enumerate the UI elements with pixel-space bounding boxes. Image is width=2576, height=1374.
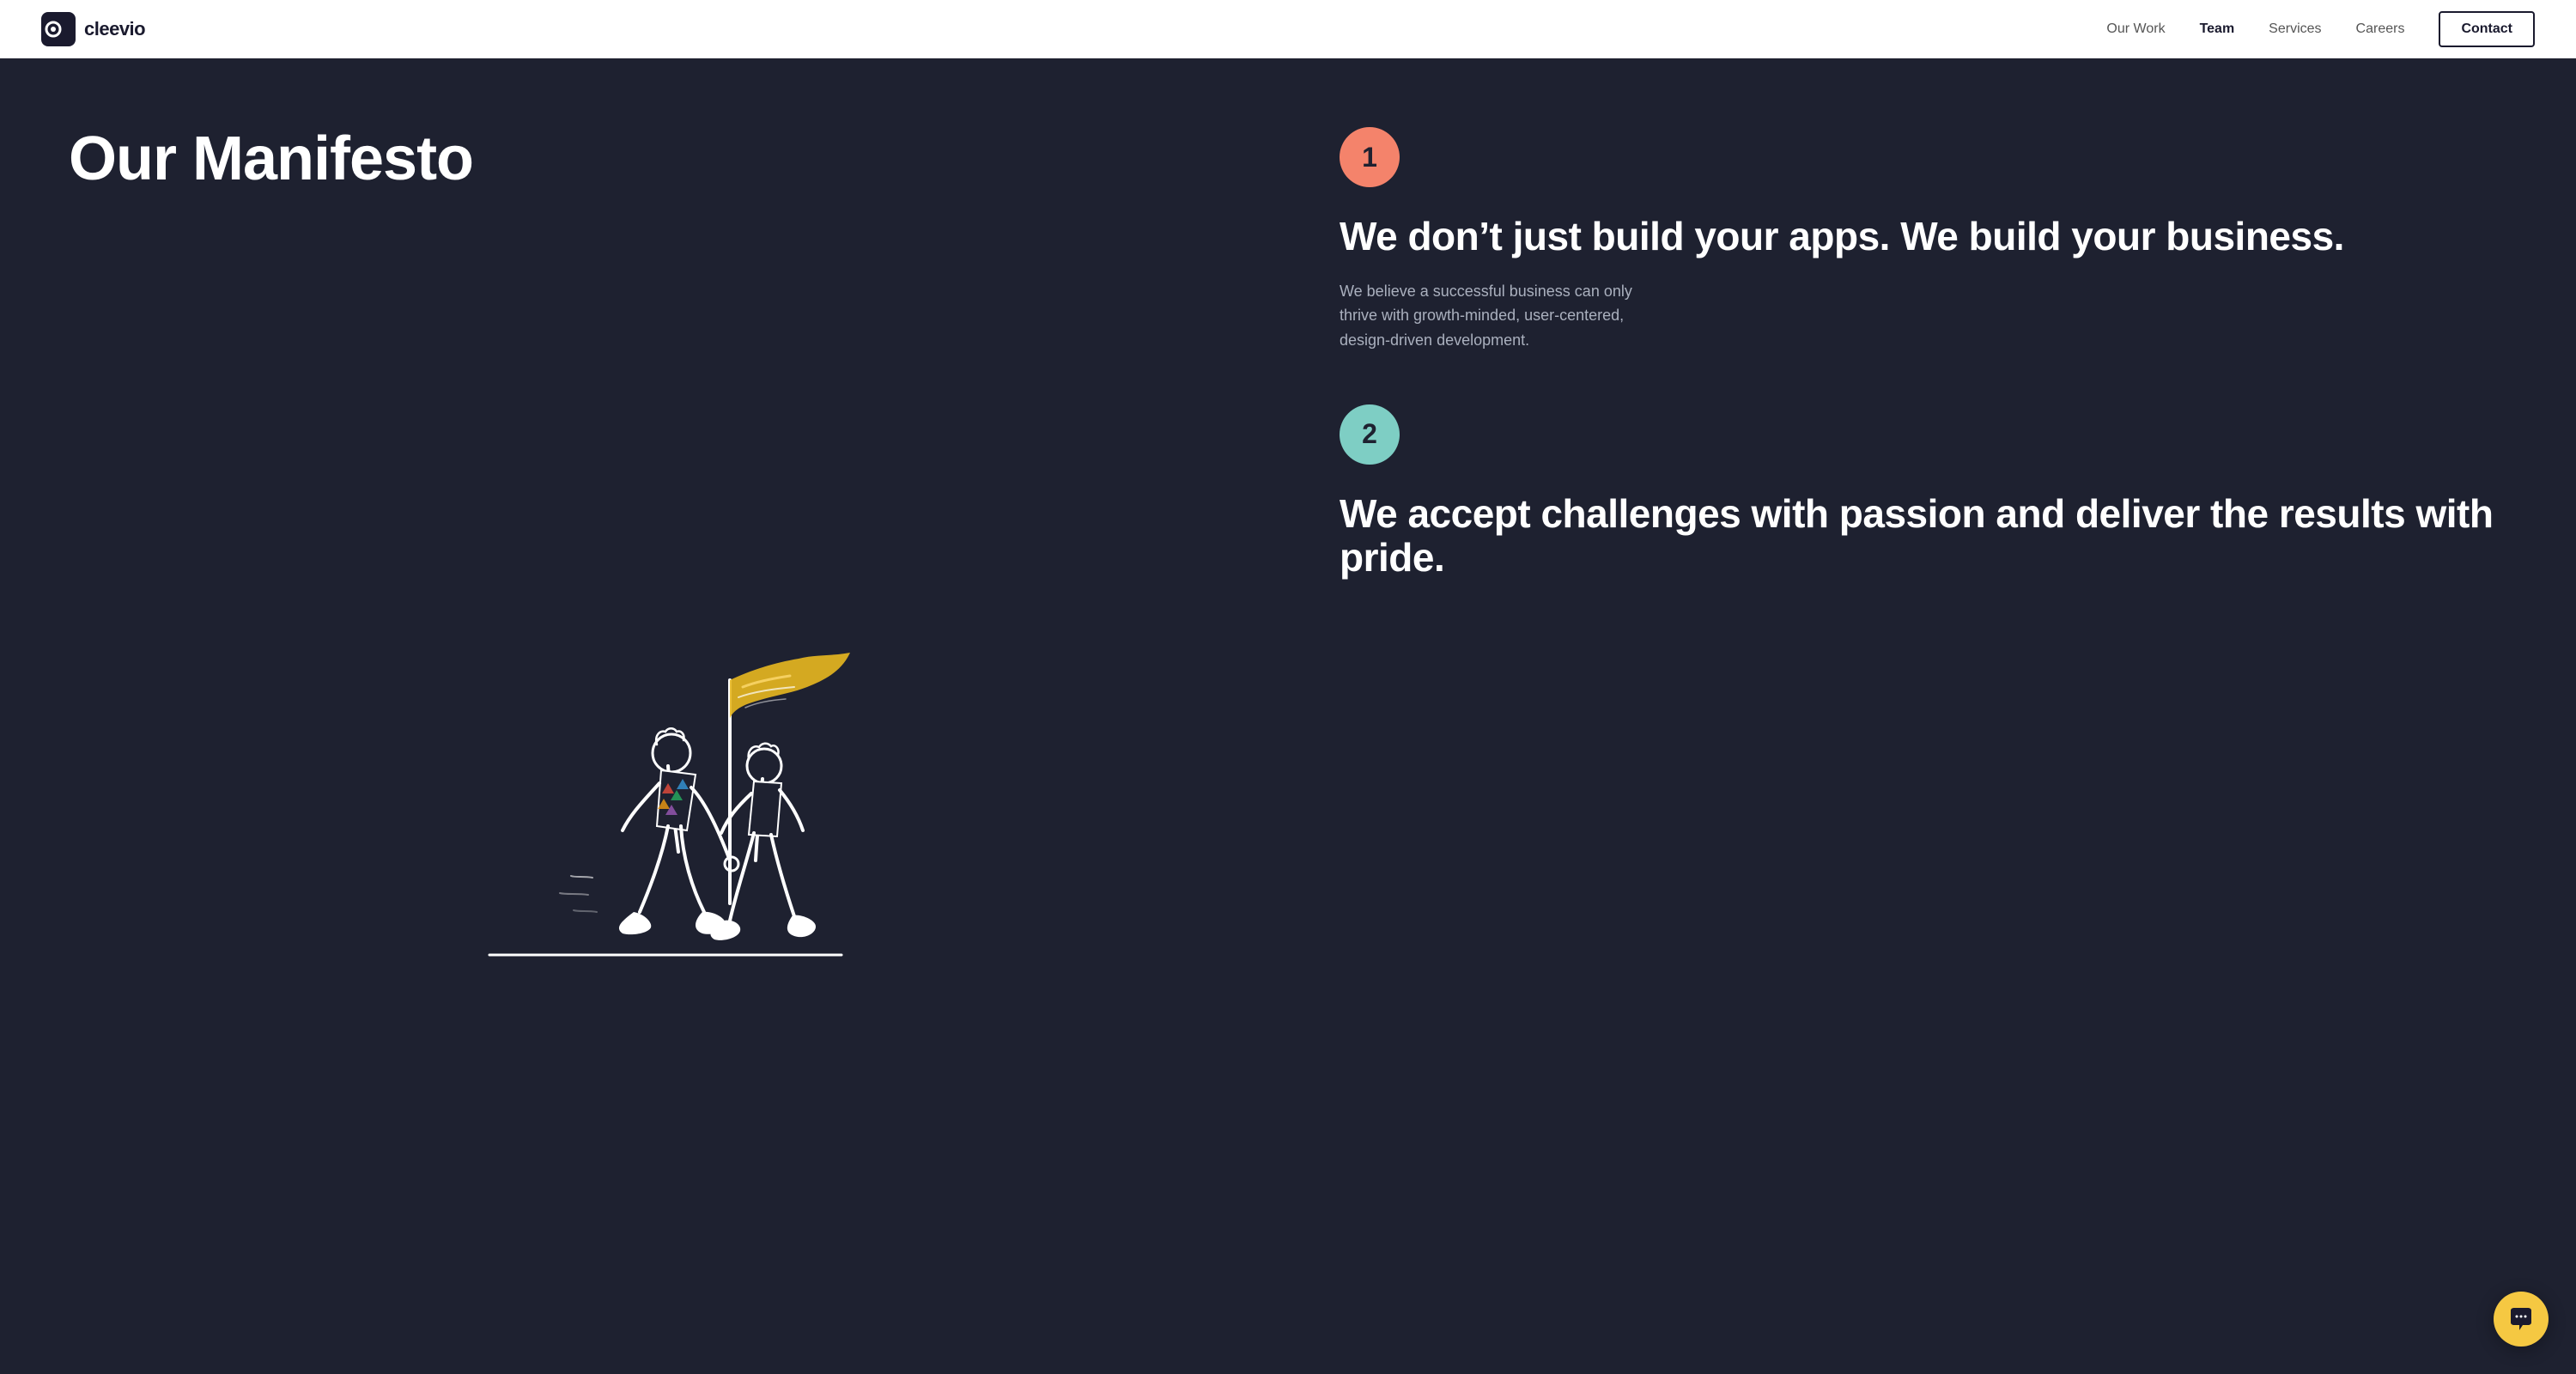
chat-icon [2507, 1305, 2535, 1333]
manifesto-heading-1: We don’t just build your apps. We build … [1340, 215, 2507, 258]
manifesto-heading-2: We accept challenges with passion and de… [1340, 492, 2507, 579]
right-panel: 1 We don’t just build your apps. We buil… [1288, 58, 2576, 1374]
manifesto-item-1: 1 We don’t just build your apps. We buil… [1340, 127, 2507, 353]
chat-button[interactable] [2494, 1292, 2549, 1347]
illustration-container [69, 244, 1236, 1322]
logo-text: cleevio [84, 18, 145, 40]
manifesto-desc-1: We believe a successful business can onl… [1340, 279, 1649, 353]
navbar: cleevio Our Work Team Services Careers C… [0, 0, 2576, 58]
left-panel: Our Manifesto [0, 58, 1288, 1374]
manifesto-illustration [438, 577, 867, 989]
nav-links: Our Work Team Services Careers Contact [2106, 11, 2535, 47]
contact-button[interactable]: Contact [2439, 11, 2535, 47]
nav-link-careers[interactable]: Careers [2356, 21, 2405, 37]
nav-link-team[interactable]: Team [2200, 21, 2235, 37]
manifesto-title: Our Manifesto [69, 127, 1236, 192]
number-badge-1: 1 [1340, 127, 1400, 187]
main-section: Our Manifesto [0, 58, 2576, 1374]
logo[interactable]: cleevio [41, 12, 145, 46]
manifesto-item-2: 2 We accept challenges with passion and … [1340, 404, 2507, 599]
logo-icon [41, 12, 76, 46]
number-badge-2: 2 [1340, 404, 1400, 465]
nav-link-services[interactable]: Services [2269, 21, 2321, 37]
nav-link-our-work[interactable]: Our Work [2106, 21, 2165, 37]
